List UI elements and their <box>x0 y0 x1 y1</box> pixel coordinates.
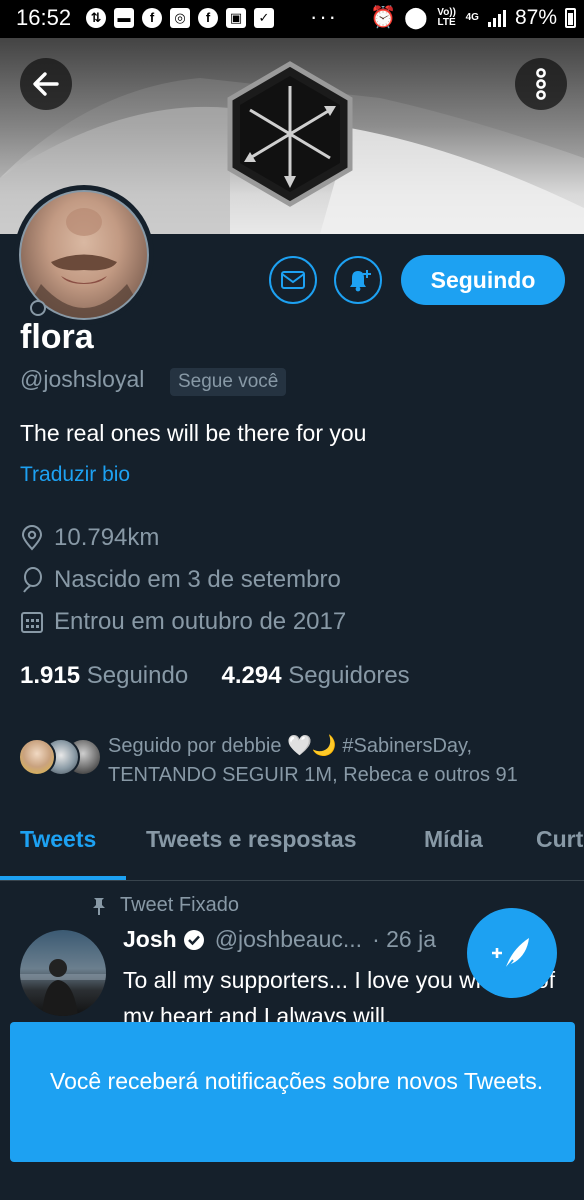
instagram-icon: ◎ <box>170 8 190 28</box>
following-count: 1.915 <box>20 662 81 689</box>
followers-count-link[interactable]: 4.294 Seguidores <box>222 662 410 689</box>
translate-bio-link[interactable]: Traduzir bio <box>20 463 130 487</box>
profile-bio: The real ones will be there for you <box>20 420 367 446</box>
volte-label: Vo)) LTE <box>437 6 456 28</box>
location-row: 10.794km <box>20 524 159 552</box>
notification-toast: Você receberá notificações sobre novos T… <box>10 1022 575 1162</box>
facebook-icon: f <box>198 8 218 28</box>
followed-by-text[interactable]: Seguido por debbie 🤍🌙 #SabinersDay, TENT… <box>108 732 578 790</box>
compose-tweet-button[interactable] <box>467 908 557 998</box>
location-text: 10.794km <box>54 524 160 551</box>
more-options-button[interactable] <box>515 58 567 110</box>
location-icon: ⬤ <box>404 6 428 29</box>
face-photo <box>21 208 147 318</box>
arrow-left-icon <box>33 72 59 96</box>
follows-you-badge: Segue você <box>170 368 287 396</box>
birthday-row: Nascido em 3 de setembro <box>20 566 341 594</box>
facebook-icon: f <box>142 8 162 28</box>
bell-plus-icon <box>350 270 371 292</box>
joined-text: Entrou em outubro de 2017 <box>54 608 347 635</box>
tweet-header: Josh @joshbeauc... · 26 ja <box>123 926 436 953</box>
profile-name: flora <box>20 318 94 356</box>
follower-avatar-1 <box>18 738 56 776</box>
tab-tweets-and-replies[interactable]: Tweets e respostas <box>146 826 357 853</box>
image-icon: ▣ <box>226 8 246 28</box>
avatar-image <box>20 959 106 1016</box>
notifications-button[interactable] <box>334 256 382 304</box>
profile-handle: @joshsloyal <box>20 366 145 392</box>
overflow-indicator: ··· <box>310 4 338 29</box>
tweet-date: · 26 ja <box>372 926 437 952</box>
back-button[interactable] <box>20 58 72 110</box>
follow-counts: 1.915 Seguindo 4.294 Seguidores <box>20 662 410 690</box>
following-count-link[interactable]: 1.915 Seguindo <box>20 662 195 689</box>
toast-message: Você receberá notificações sobre novos T… <box>50 1068 544 1094</box>
tweet-author-name[interactable]: Josh <box>123 926 177 953</box>
battery-percent: 87% <box>514 5 557 29</box>
status-bar: 16:52 ⇅ ▬ f ◎ f ▣ ✓ ··· ⏰ ⬤ Vo)) LTE 4G … <box>0 0 584 38</box>
tabs-divider <box>0 880 584 881</box>
calendar-icon <box>21 612 43 633</box>
battery-icon <box>565 7 576 28</box>
verified-badge-icon <box>183 929 204 950</box>
more-vertical-icon <box>536 68 546 100</box>
usb-icon: ⇅ <box>86 8 106 28</box>
pinned-label: Tweet Fixado <box>92 894 239 917</box>
tab-tweets[interactable]: Tweets <box>20 826 96 853</box>
signal-icon <box>487 9 506 27</box>
following-label: Seguindo <box>86 662 189 689</box>
avatar-decoration <box>30 300 46 316</box>
message-icon: ▬ <box>114 8 134 28</box>
tweet-author-avatar[interactable] <box>20 930 106 1016</box>
joined-row: Entrou em outubro de 2017 <box>20 608 346 636</box>
system-indicators: ⏰ ⬤ Vo)) LTE 4G 87% <box>370 5 576 30</box>
followers-label: Seguidores <box>288 662 410 689</box>
envelope-icon <box>281 271 305 289</box>
message-button[interactable] <box>269 256 317 304</box>
following-button[interactable]: Seguindo <box>401 255 565 305</box>
check-icon: ✓ <box>254 8 274 28</box>
pinned-text: Tweet Fixado <box>120 894 239 916</box>
bottom-area <box>0 1168 584 1200</box>
tab-media[interactable]: Mídia <box>424 826 483 853</box>
feather-plus-icon <box>492 938 529 973</box>
network-label: 4G <box>465 11 479 23</box>
alarm-icon: ⏰ <box>369 5 397 29</box>
status-time: 16:52 <box>16 5 72 30</box>
tab-likes[interactable]: Curt <box>536 826 583 853</box>
followers-count: 4.294 <box>221 662 282 689</box>
notification-icons: ⇅ ▬ f ◎ f ▣ ✓ <box>86 8 274 28</box>
pin-icon <box>93 897 105 915</box>
location-pin-icon <box>21 525 43 551</box>
tweet-author-handle[interactable]: @joshbeauc... <box>215 926 362 953</box>
birthday-text: Nascido em 3 de setembro <box>54 566 341 593</box>
balloon-icon <box>23 567 42 593</box>
